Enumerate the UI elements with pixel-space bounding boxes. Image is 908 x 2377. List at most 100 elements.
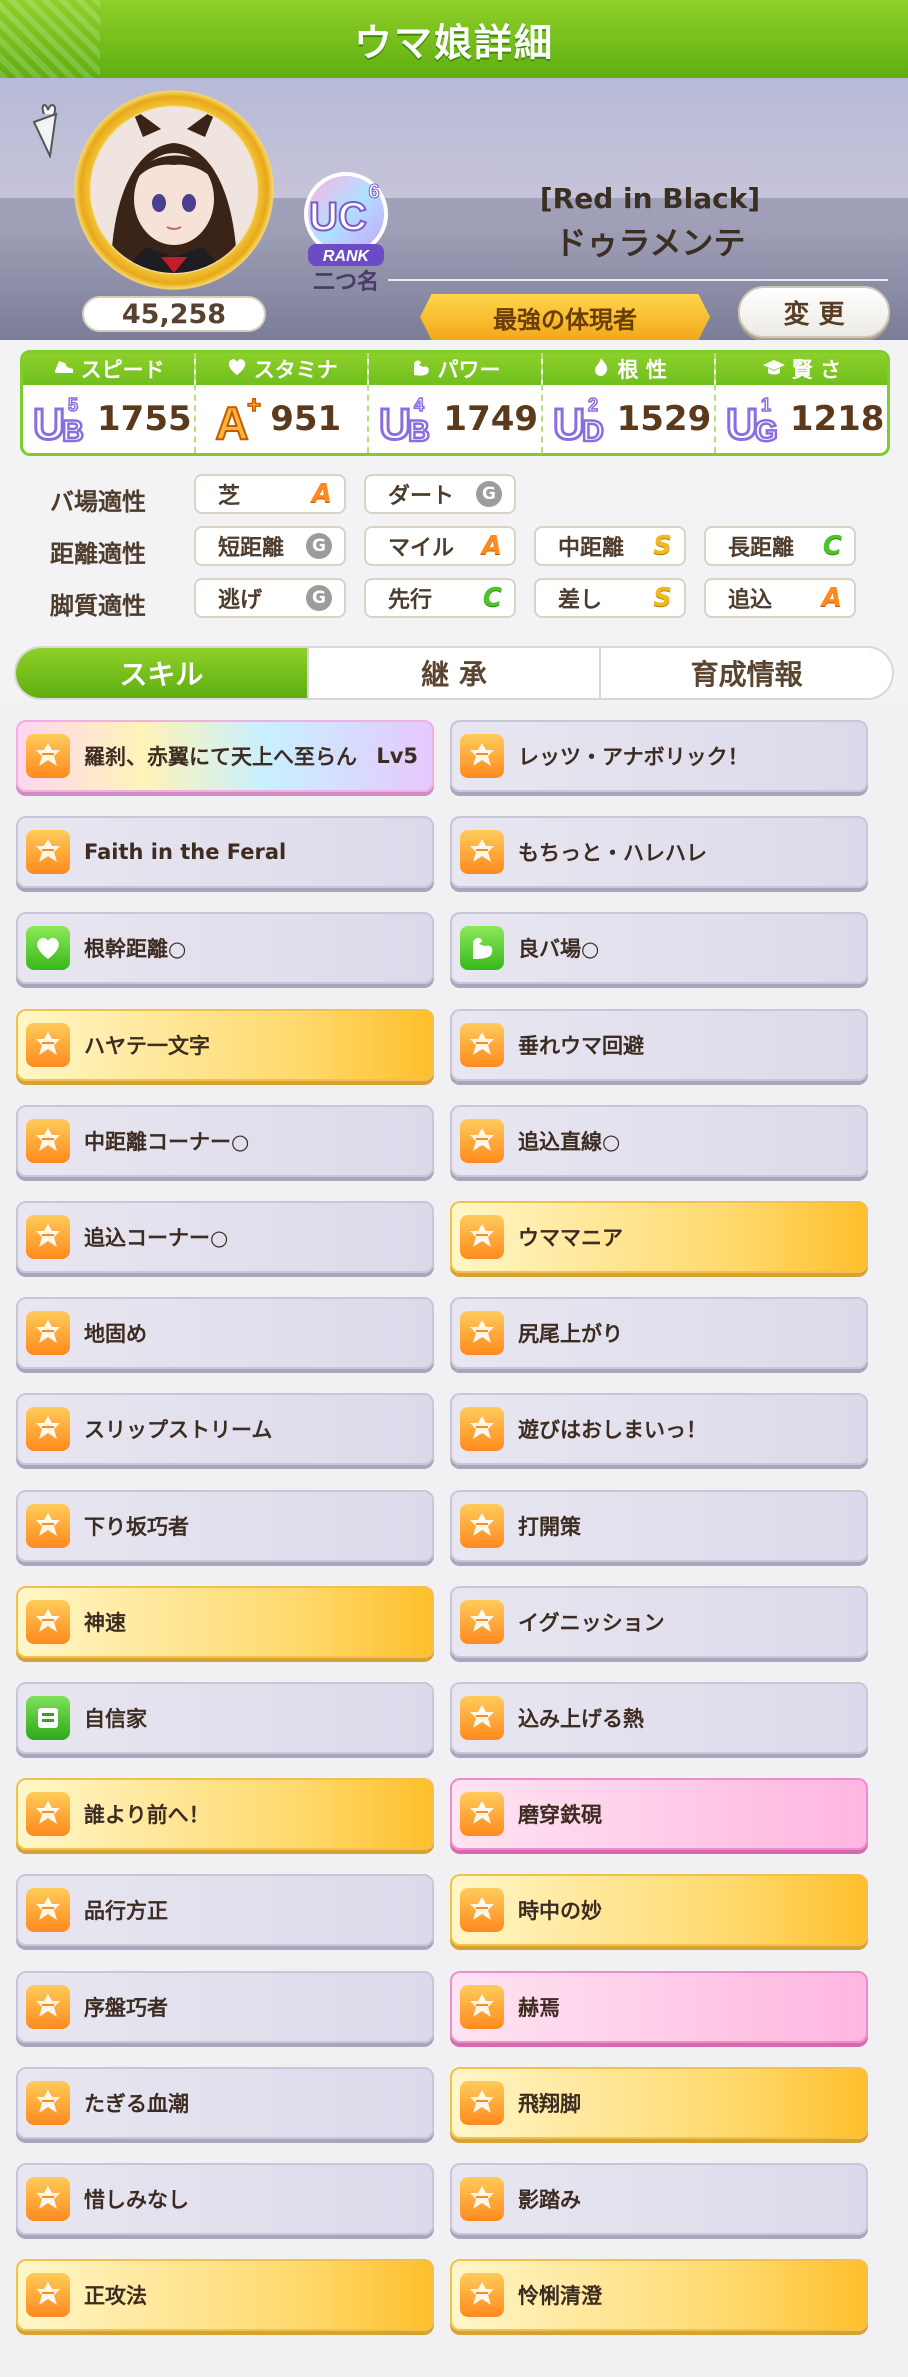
rank-label: RANK <box>323 248 371 265</box>
aptitude-grade: C <box>822 531 842 561</box>
change-button[interactable]: 変 更 <box>738 286 890 338</box>
tab-training-info[interactable]: 育成情報 <box>601 648 892 698</box>
tab-inherit[interactable]: 継 承 <box>309 648 602 698</box>
skill-speed-icon <box>460 2273 504 2318</box>
skill-name: レッツ・アナボリック！ <box>518 745 749 769</box>
skill-item[interactable]: 怜悧清澄 <box>450 2259 868 2332</box>
tab-bar: スキル 継 承 育成情報 <box>14 646 894 700</box>
skill-item[interactable]: 尻尾上がり <box>450 1297 868 1370</box>
skill-item[interactable]: 赫焉 <box>450 1970 868 2043</box>
skill-item[interactable]: 遊びはおしまいっ！ <box>450 1393 868 1466</box>
skill-item[interactable]: 込み上げる熱 <box>450 1682 868 1754</box>
skill-name: 正攻法 <box>84 2284 147 2309</box>
skill-name: 中距離コーナー○ <box>84 1129 250 1154</box>
skill-speed-icon <box>26 1888 70 1933</box>
skill-name: 赫焉 <box>518 1995 560 2020</box>
svg-text:+: + <box>247 392 261 419</box>
stats-panel: スピード U B 5 1755 スタミナ A +951 パワー U B 4 1749 根 性 U D 2 1529… <box>20 350 890 456</box>
skill-speed-icon <box>460 2177 504 2221</box>
skill-item[interactable]: たぎる血潮 <box>16 2066 434 2139</box>
skill-item[interactable]: 下り坂巧者 <box>16 1489 434 1562</box>
skill-item[interactable]: 正攻法 <box>16 2259 434 2332</box>
skill-item[interactable]: 羅刹、赤翼にて天上へ至らん Lv5 <box>16 720 434 792</box>
stat-label: スピード <box>80 358 165 382</box>
muscle-icon <box>410 357 432 382</box>
rank-subtitle: 二つ名 <box>312 270 379 295</box>
aptitude-name: 先行 <box>388 588 433 613</box>
aptitude-name: 短距離 <box>218 536 285 561</box>
graduation-cap-icon <box>762 357 786 382</box>
skill-name: 時中の妙 <box>518 1899 602 1924</box>
skill-special-icon <box>26 1696 70 1740</box>
skill-item[interactable]: Faith in the Feral <box>16 816 434 889</box>
skill-speed-icon <box>26 2273 70 2318</box>
skill-item[interactable]: 誰より前へ！ <box>16 1778 434 1851</box>
skill-name: 地固め <box>84 1322 147 1347</box>
stat-header: 賢 さ <box>715 353 887 385</box>
avatar[interactable] <box>91 107 257 273</box>
skill-item[interactable]: 磨穿鉄硯 <box>450 1778 868 1851</box>
svg-text:4: 4 <box>414 395 424 415</box>
skill-name: 品行方正 <box>84 1899 168 1924</box>
skill-item[interactable]: 自信家 <box>16 1682 434 1754</box>
aptitude-chip-distance: 短距離 G <box>194 526 346 566</box>
skill-speed-icon <box>460 1888 504 1933</box>
skill-item[interactable]: 垂れウマ回避 <box>450 1008 868 1081</box>
skill-item[interactable]: ウママニア <box>450 1201 868 1273</box>
skill-item[interactable]: 品行方正 <box>16 1874 434 1947</box>
skill-speed-icon <box>460 1696 504 1740</box>
skill-speed-icon <box>460 830 504 875</box>
stat-body: U B 5 1755 <box>23 385 194 453</box>
aptitude-grade: G <box>306 585 332 611</box>
skill-speed-icon <box>26 1215 70 1259</box>
skill-item[interactable]: 影踏み <box>450 2163 868 2235</box>
skill-item[interactable]: 序盤巧者 <box>16 1970 434 2043</box>
character-name: ドゥラメンテ <box>554 224 746 262</box>
skill-item[interactable]: 中距離コーナー○ <box>16 1104 434 1177</box>
title-banner[interactable]: 最強の体現者 <box>420 294 710 340</box>
skill-speed-icon <box>26 1599 70 1644</box>
svg-text:A: A <box>216 397 249 447</box>
aptitude-chip-distance: 中距離 S <box>534 526 686 566</box>
svg-text:U: U <box>553 400 585 447</box>
skill-name: 良バ場○ <box>518 937 600 962</box>
aptitude-name: 差し <box>558 588 603 613</box>
skill-item[interactable]: レッツ・アナボリック！ <box>450 720 868 792</box>
skill-item[interactable]: 追込コーナー○ <box>16 1201 434 1273</box>
skill-item[interactable]: イグニッション <box>450 1585 868 1658</box>
aptitude-chip-strategy: 逃げ G <box>194 578 346 618</box>
skill-speed-icon <box>460 1022 504 1067</box>
skill-speed-icon <box>460 1407 504 1452</box>
stat-header: スタミナ <box>196 353 368 385</box>
skill-item[interactable]: スリップストリーム <box>16 1393 434 1466</box>
skill-item[interactable]: 神速 <box>16 1585 434 1658</box>
aptitude-name: 芝 <box>218 484 241 509</box>
skill-item[interactable]: ハヤテ一文字 <box>16 1008 434 1081</box>
skill-name: 垂れウマ回避 <box>518 1033 644 1058</box>
stat-2: パワー U B 4 1749 <box>369 353 543 453</box>
skill-speed-icon <box>26 734 70 778</box>
tab-skill[interactable]: スキル <box>16 648 309 698</box>
skill-item[interactable]: 良バ場○ <box>450 912 868 985</box>
skill-item[interactable]: 根幹距離○ <box>16 912 434 985</box>
aptitude-chip-strategy: 先行 C <box>364 578 516 618</box>
heart-icon <box>226 357 248 382</box>
aptitude-chip-track: 芝A <box>194 474 346 514</box>
skill-item[interactable]: もちっと・ハレハレ <box>450 816 868 889</box>
svg-text:B: B <box>409 415 431 447</box>
skill-item[interactable]: 打開策 <box>450 1489 868 1562</box>
skill-item[interactable]: 追込直線○ <box>450 1104 868 1177</box>
skill-item[interactable]: 惜しみなし <box>16 2163 434 2235</box>
stat-value: 1755 <box>97 399 192 439</box>
stat-0: スピード U B 5 1755 <box>23 353 197 453</box>
page-title: ウマ娘詳細 <box>353 20 554 65</box>
svg-text:U: U <box>726 400 758 447</box>
skill-name: 追込コーナー○ <box>84 1226 229 1250</box>
svg-text:D: D <box>582 415 604 447</box>
skill-speed-icon <box>460 1215 504 1259</box>
skill-item[interactable]: 地固め <box>16 1297 434 1370</box>
skill-item[interactable]: 時中の妙 <box>450 1874 868 1947</box>
skill-speed-icon <box>26 1022 70 1067</box>
skill-item[interactable]: 飛翔脚 <box>450 2066 868 2139</box>
skill-speed-icon <box>26 2177 70 2221</box>
